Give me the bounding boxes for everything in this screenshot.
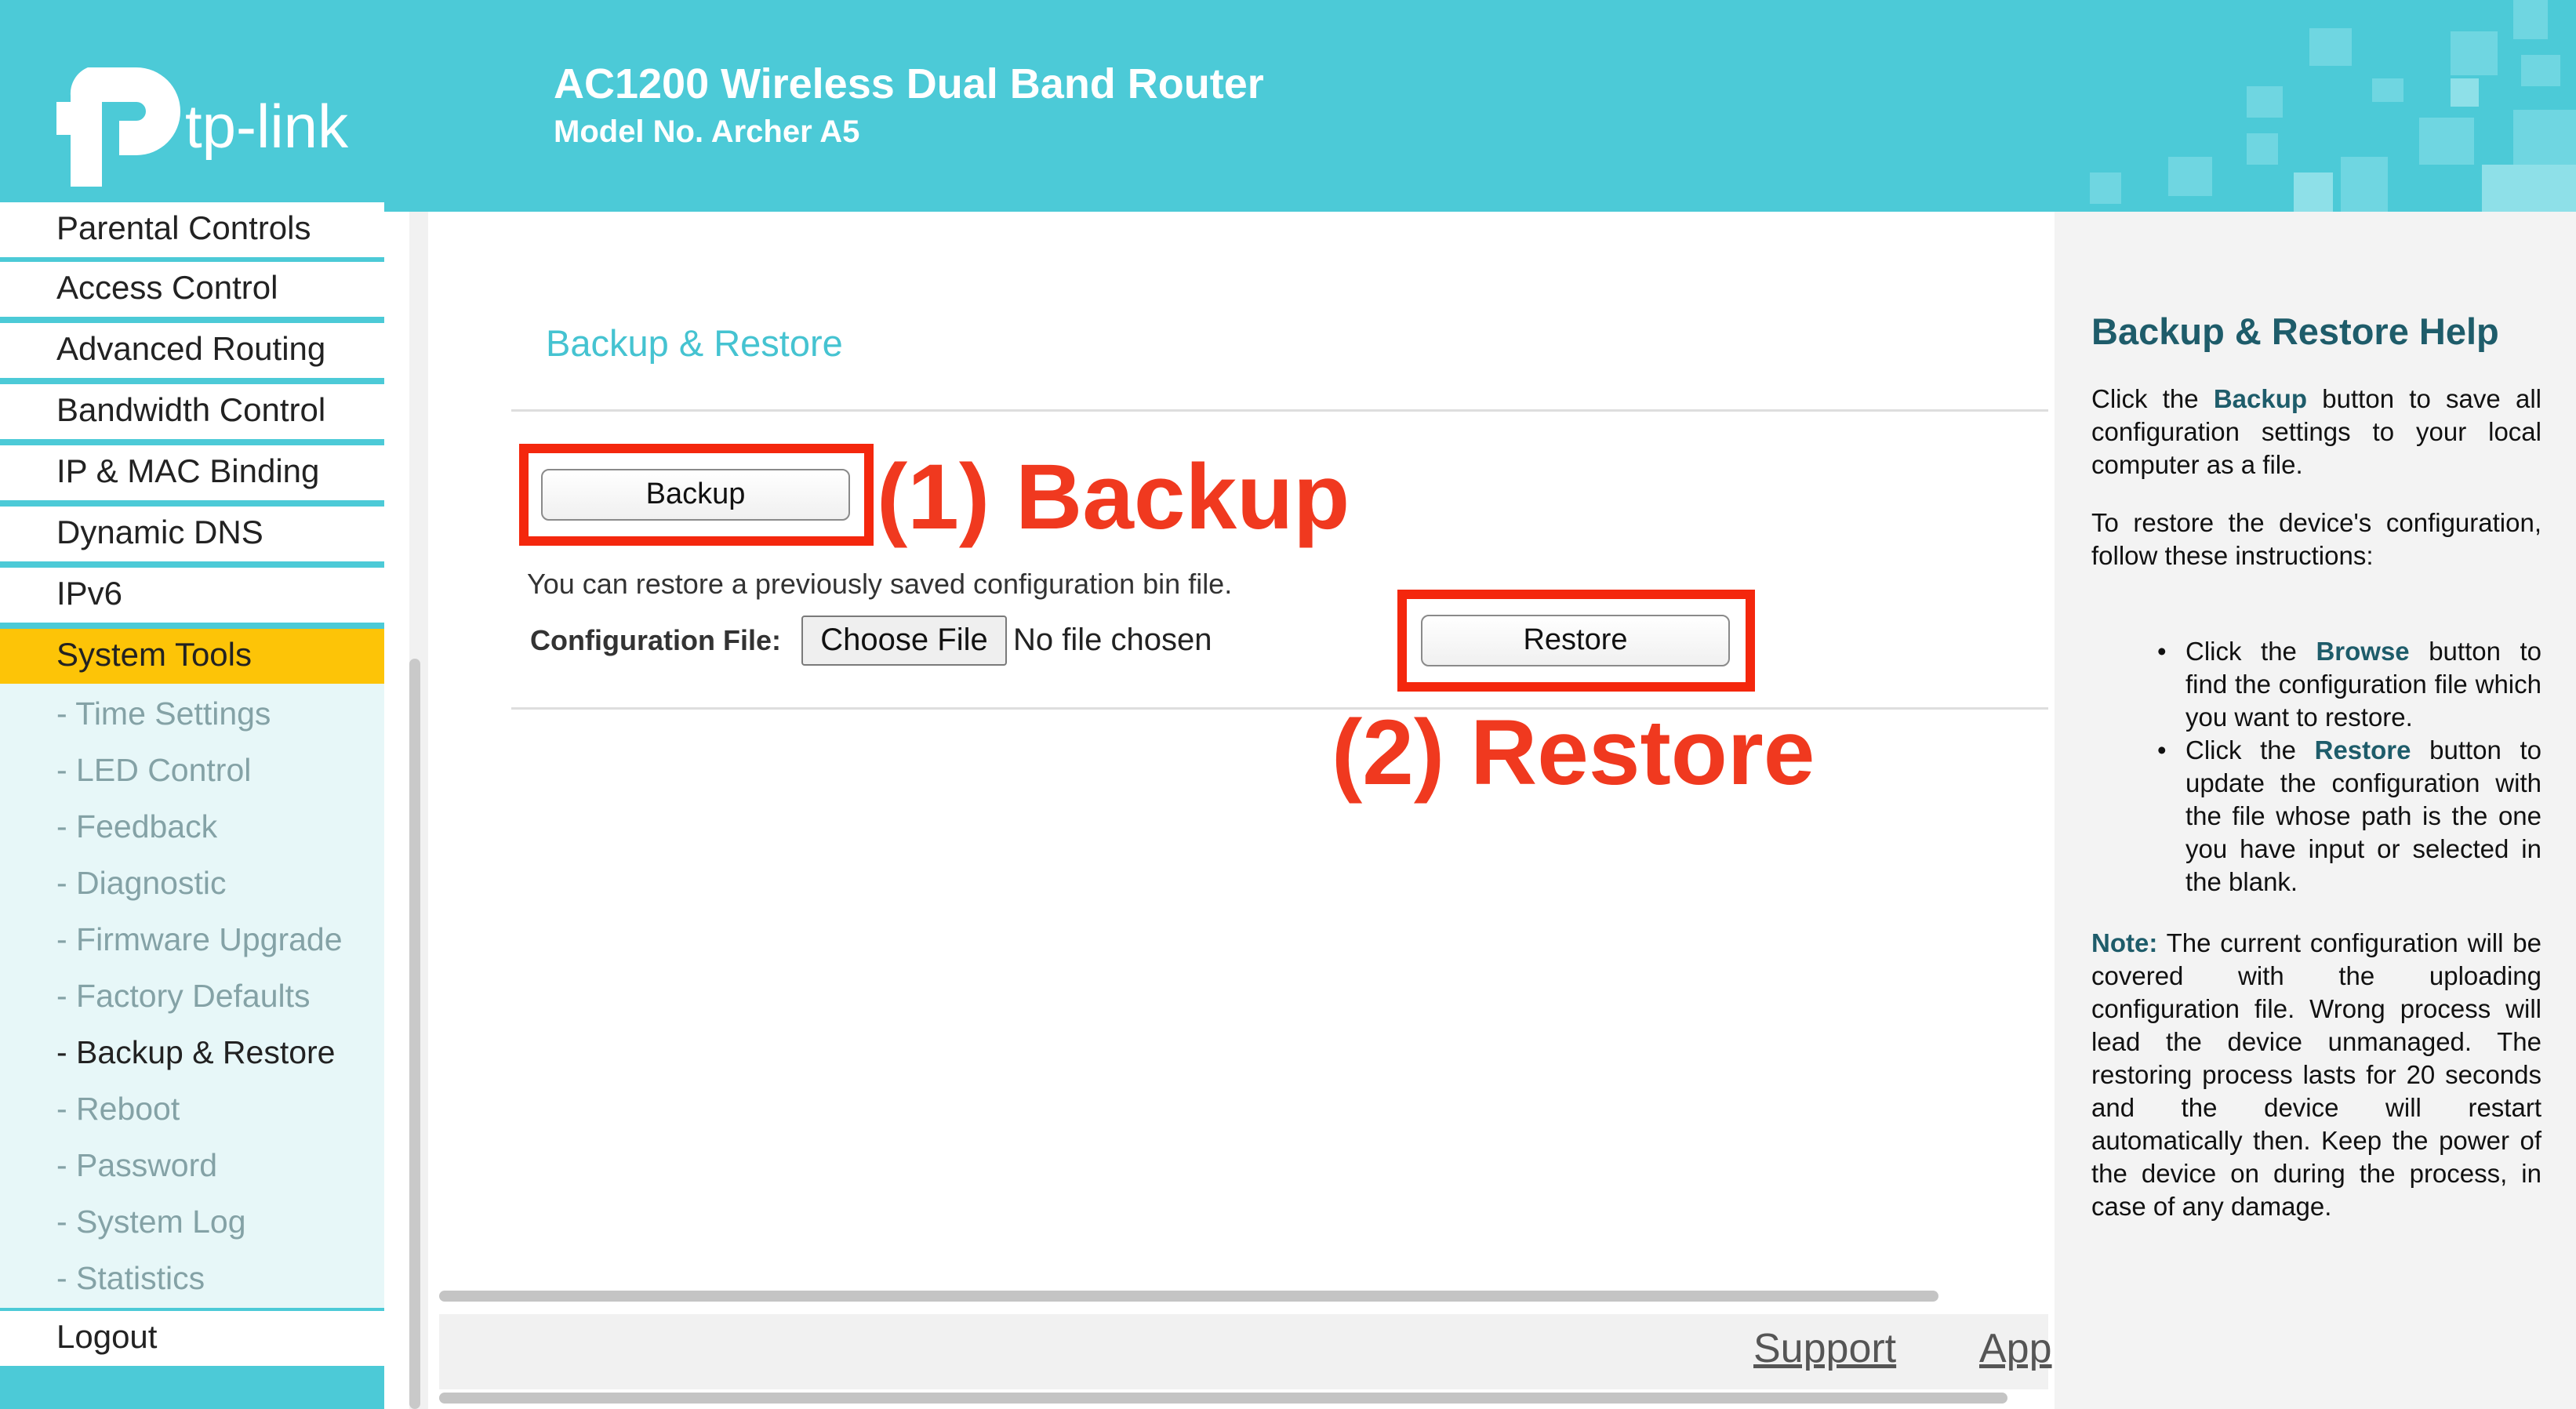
sidebar-item-label: Bandwidth Control [56, 391, 326, 428]
sidebar-item-label: Parental Controls [56, 209, 311, 246]
product-title: AC1200 Wireless Dual Band Router [554, 60, 1264, 107]
support-link[interactable]: Support [1753, 1325, 1896, 1372]
config-file-label: Configuration File: [530, 624, 781, 656]
app-link[interactable]: App [1979, 1325, 2052, 1372]
sidebar-item-label: Dynamic DNS [56, 514, 263, 550]
sidebar-item-label: Advanced Routing [56, 330, 326, 367]
submenu-item-diagnostic[interactable]: - Diagnostic [56, 859, 226, 906]
brand-name: tp-link [185, 92, 349, 161]
submenu-item-backup-restore[interactable]: - Backup & Restore [56, 1029, 336, 1076]
annotation-label-restore: (2) Restore [1332, 701, 1815, 804]
vertical-scrollbar[interactable] [409, 659, 420, 1409]
help-note: Note: The current configuration will be … [2091, 927, 2541, 1223]
help-text: The current configuration will be covere… [2091, 928, 2541, 1221]
help-text: Click the [2091, 384, 2214, 413]
choose-file-button[interactable]: Choose File [801, 616, 1007, 666]
sidebar-item-advanced-routing[interactable]: Advanced Routing [0, 323, 384, 378]
main-content [409, 212, 2052, 1409]
divider-bottom [511, 707, 2048, 710]
help-list-item-restore: Click the Restore button to update the c… [2157, 734, 2541, 899]
sidebar-item-label: Logout [56, 1318, 158, 1355]
horizontal-scrollbar[interactable] [439, 1291, 1938, 1302]
sidebar-item-system-tools[interactable]: System Tools [0, 629, 384, 684]
header-bar: tp-link AC1200 Wireless Dual Band Router… [0, 0, 2576, 212]
sidebar-item-access-control[interactable]: Access Control [0, 262, 384, 317]
no-file-chosen-text: No file chosen [1013, 623, 1212, 657]
submenu-item-firmware-upgrade[interactable]: - Firmware Upgrade [56, 916, 343, 963]
submenu-item-system-log[interactable]: - System Log [56, 1198, 246, 1245]
help-keyword-restore: Restore [2314, 735, 2411, 764]
submenu-item-reboot[interactable]: - Reboot [56, 1085, 180, 1132]
submenu-item-password[interactable]: - Password [56, 1142, 217, 1189]
help-note-label: Note: [2091, 928, 2158, 957]
sidebar-item-bandwidth-control[interactable]: Bandwidth Control [0, 384, 384, 439]
sidebar-item-label: Access Control [56, 269, 278, 306]
sidebar-item-ip-mac-binding[interactable]: IP & MAC Binding [0, 445, 384, 500]
submenu-item-factory-defaults[interactable]: - Factory Defaults [56, 972, 311, 1019]
submenu-item-led-control[interactable]: - LED Control [56, 746, 251, 793]
help-keyword-backup: Backup [2213, 384, 2308, 413]
help-keyword-browse: Browse [2316, 637, 2410, 666]
sidebar-item-parental-controls[interactable]: Parental Controls [0, 202, 384, 257]
header-decoration [2090, 0, 2576, 212]
sidebar-item-ipv6[interactable]: IPv6 [0, 568, 384, 623]
help-list-item-browse: Click the Browse button to find the conf… [2157, 635, 2541, 734]
help-instruction-list: Click the Browse button to find the conf… [2157, 635, 2541, 899]
submenu-item-time-settings[interactable]: - Time Settings [56, 690, 271, 737]
sidebar-item-logout[interactable]: Logout [0, 1311, 384, 1366]
sidebar-item-label: IPv6 [56, 575, 123, 612]
annotation-label-backup: (1) Backup [877, 445, 1350, 549]
horizontal-scrollbar-bottom[interactable] [439, 1393, 2007, 1404]
annotation-box-restore [1397, 590, 1755, 692]
help-paragraph-backup: Click the Backup button to save all conf… [2091, 383, 2541, 481]
help-text: Click the [2185, 637, 2316, 666]
sidebar-item-dynamic-dns[interactable]: Dynamic DNS [0, 507, 384, 561]
annotation-box-backup [519, 444, 874, 546]
sidebar-item-label: System Tools [56, 636, 252, 673]
divider-top [511, 409, 2048, 412]
submenu-item-statistics[interactable]: - Statistics [56, 1255, 205, 1302]
sidebar-item-label: IP & MAC Binding [56, 452, 320, 489]
help-paragraph-restore-intro: To restore the device's configuration, f… [2091, 508, 2541, 570]
help-title: Backup & Restore Help [2091, 310, 2499, 352]
model-number: Model No. Archer A5 [554, 114, 860, 149]
page-title: Backup & Restore [546, 322, 843, 364]
restore-hint-text: You can restore a previously saved confi… [527, 568, 1233, 600]
submenu-item-feedback[interactable]: - Feedback [56, 803, 217, 850]
help-text: Click the [2185, 735, 2315, 764]
